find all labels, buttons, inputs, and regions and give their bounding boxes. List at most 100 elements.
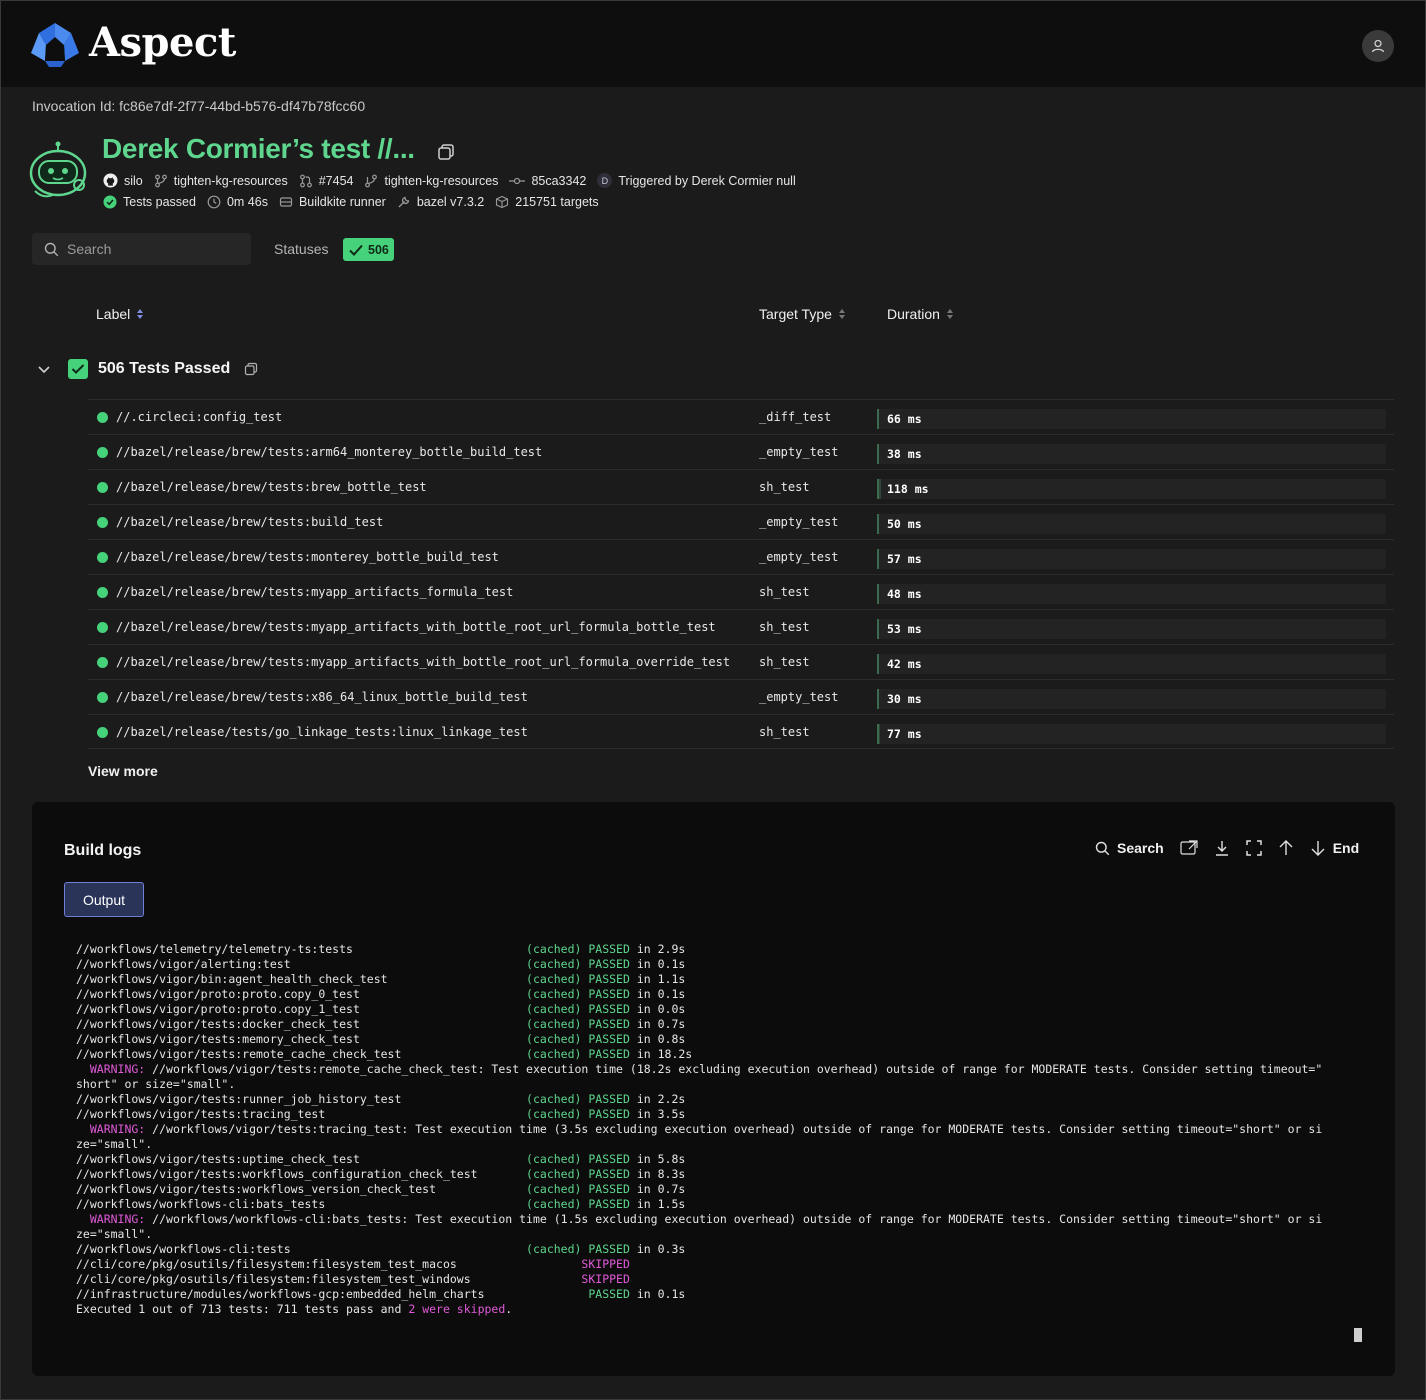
duration-value: 50 ms [887,517,922,531]
check-circle-icon [97,692,108,703]
pr-branch-link[interactable]: tighten-kg-resources [364,174,498,188]
column-header-duration[interactable]: Duration [887,306,954,322]
log-status: (cached) PASSED [526,1197,630,1211]
test-label[interactable]: //bazel/release/brew/tests:myapp_artifac… [116,620,716,634]
log-line: //workflows/vigor/tests:docker_check_tes… [76,1017,1322,1032]
logs-download-button[interactable] [1214,840,1230,856]
pr-link[interactable]: #7454 [299,173,354,188]
branch-link[interactable]: tighten-kg-resources [154,174,288,188]
test-label[interactable]: //bazel/release/brew/tests:x86_64_linux_… [116,690,528,704]
group-label: 506 Tests Passed [98,360,231,377]
logs-scroll-top-button[interactable] [1278,840,1294,856]
log-text: //workflows/vigor/bin:agent_health_check… [76,972,527,986]
wrench-icon [398,196,410,208]
user-menu-button[interactable] [1362,30,1394,62]
log-text: ze="small". [76,1227,153,1241]
log-status: (cached) PASSED [526,957,630,971]
repo-name: silo [124,173,143,188]
tab-output[interactable]: Output [64,882,144,917]
log-skipped: SKIPPED [581,1272,630,1286]
duration-bar: 38 ms [877,444,1386,464]
test-label[interactable]: //bazel/release/brew/tests:brew_bottle_t… [116,480,427,494]
top-bar: Aspect [1,1,1425,87]
test-label[interactable]: //bazel/release/brew/tests:monterey_bott… [116,550,499,564]
log-warning-tag: WARNING: [76,1062,146,1076]
table-row[interactable]: //bazel/release/brew/tests:myapp_artifac… [88,609,1394,644]
copy-icon[interactable] [244,362,258,376]
table-row[interactable]: //bazel/release/brew/tests:monterey_bott… [88,539,1394,574]
meta-row-status: Tests passed 0m 46s Buildkite runner baz… [103,195,610,209]
test-label[interactable]: //.circleci:config_test [116,410,282,424]
duration-bar: 57 ms [877,549,1386,569]
runner-text: Buildkite runner [298,195,386,209]
targets-text: 215751 targets [515,195,599,209]
logs-scroll-end-button[interactable]: End [1310,840,1359,856]
duration-bar: 42 ms [877,654,1386,674]
chevron-down-icon[interactable] [36,361,52,377]
table-row[interactable]: //bazel/release/brew/tests:myapp_artifac… [88,574,1394,609]
duration-bar-fill [877,689,879,709]
log-text: //workflows/vigor/proto:proto.copy_0_tes… [76,987,527,1001]
test-label[interactable]: //bazel/release/tests/go_linkage_tests:l… [116,725,528,739]
check-icon [349,244,363,256]
check-circle-icon [97,517,108,528]
log-text: //workflows/vigor/alerting:test [76,957,527,971]
build-logs-title: Build logs [64,842,142,859]
column-header-label[interactable]: Label [96,306,144,322]
log-skipped: 2 were skipped [408,1302,506,1316]
log-timing: in 1.5s [629,1197,686,1211]
target-type: sh_test [759,585,810,599]
target-type: _empty_test [759,550,839,564]
view-more-link[interactable]: View more [88,763,158,779]
log-line: //workflows/vigor/proto:proto.copy_0_tes… [76,987,1322,1002]
repo-link[interactable]: silo [103,173,143,188]
column-header-target-type[interactable]: Target Type [759,306,846,322]
duration-value: 66 ms [887,412,922,426]
logs-fullscreen-button[interactable] [1245,840,1262,856]
logs-search-button[interactable]: Search [1095,840,1164,856]
log-timing: in 0.1s [629,987,686,1001]
runner-icon [279,197,293,207]
targets-count: 215751 targets [495,195,599,209]
log-timing: in 0.0s [629,1002,686,1016]
check-icon [71,364,85,374]
log-line: //workflows/workflows-cli:tests (cached)… [76,1242,1322,1257]
group-checkbox[interactable] [68,359,88,379]
duration-bar-fill [877,724,880,744]
copy-icon[interactable] [437,143,455,161]
test-label[interactable]: //bazel/release/brew/tests:myapp_artifac… [116,585,513,599]
table-row[interactable]: //bazel/release/brew/tests:x86_64_linux_… [88,679,1394,714]
log-timing: in 1.1s [629,972,686,986]
test-label[interactable]: //bazel/release/brew/tests:arm64_montere… [116,445,542,459]
fullscreen-icon [1245,840,1262,856]
test-label[interactable]: //bazel/release/brew/tests:build_test [116,515,383,529]
table-row[interactable]: //bazel/release/brew/tests:brew_bottle_t… [88,469,1394,504]
column-header-duration-text: Duration [887,306,940,322]
aspect-logo-icon[interactable] [31,23,79,67]
log-text: //workflows/vigor/tests:runner_job_histo… [76,1092,527,1106]
test-label[interactable]: //bazel/release/brew/tests:myapp_artifac… [116,655,730,669]
log-timing: in 2.9s [629,942,686,956]
commit-link[interactable]: 85ca3342 [509,174,586,188]
pr-number: #7454 [318,173,354,188]
logs-raw-button[interactable] [1180,840,1198,856]
package-icon [496,195,509,209]
duration-bar: 118 ms [877,479,1386,499]
target-type: _empty_test [759,690,839,704]
status-filter-passed[interactable]: 506 [343,238,394,261]
log-line: ze="small". [76,1227,1322,1242]
duration-value: 77 ms [887,727,922,741]
clock-icon [207,195,221,209]
search-input[interactable] [67,241,237,257]
meta-row-source: silo tighten-kg-resources #7454 tighten-… [103,173,807,188]
table-row[interactable]: //bazel/release/brew/tests:arm64_montere… [88,434,1394,469]
table-row[interactable]: //bazel/release/tests/go_linkage_tests:l… [88,714,1394,749]
table-row[interactable]: //bazel/release/brew/tests:build_test _em… [88,504,1394,539]
user-icon [1371,39,1385,53]
duration-value: 53 ms [887,622,922,636]
pull-request-icon [299,174,312,187]
test-results-list: //.circleci:config_test _diff_test 66 ms//… [88,399,1394,749]
table-row[interactable]: //.circleci:config_test _diff_test 66 ms [88,399,1394,434]
table-row[interactable]: //bazel/release/brew/tests:myapp_artifac… [88,644,1394,679]
log-status: (cached) PASSED [526,1182,630,1196]
